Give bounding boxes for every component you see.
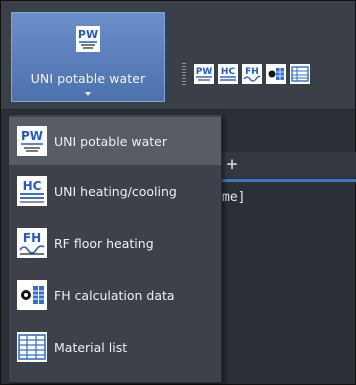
menu-item-material-list[interactable]: Material list <box>9 323 221 371</box>
fh-calc-icon <box>16 279 48 311</box>
menu-fh-icon-text: FH <box>23 231 41 245</box>
ribbon-panel: PW UNI potable water PW HC FH <box>1 1 355 110</box>
pw-icon: PW <box>16 125 48 157</box>
menu-hc-icon-text: HC <box>23 179 42 193</box>
quick-toolbar: PW HC FH <box>182 63 313 85</box>
fh-small-icon: FH <box>241 64 262 84</box>
uni-potable-water-label: UNI potable water <box>30 71 146 86</box>
material-list-icon <box>16 331 48 363</box>
menu-item-fh-calculation-data[interactable]: FH calculation data <box>9 271 221 319</box>
document-text: me] <box>222 190 246 205</box>
menu-item-rf-floor-heating[interactable]: FH RF floor heating <box>9 219 221 267</box>
uni-potable-water-split-button[interactable]: PW UNI potable water <box>11 12 165 102</box>
toolbar-hc-button[interactable]: HC <box>217 64 238 85</box>
menu-item-label: UNI heating/cooling <box>54 183 177 199</box>
fh-small-icon-text: FH <box>245 67 259 77</box>
hc-small-icon-text: HC <box>220 67 235 77</box>
menu-item-label: RF floor heating <box>54 235 154 251</box>
hc-icon: HC <box>16 175 48 207</box>
toolbar-material-list-button[interactable] <box>289 64 310 85</box>
menu-item-label: FH calculation data <box>54 287 175 303</box>
pw-icon: PW <box>76 26 100 56</box>
chevron-down-icon[interactable] <box>85 92 91 96</box>
pw-icon-text: PW <box>78 28 98 41</box>
toolbar-pw-button[interactable]: PW <box>193 64 214 85</box>
toolbar-fh-calc-button[interactable] <box>265 64 286 85</box>
material-list-small-icon <box>289 64 310 84</box>
fh-icon: FH <box>16 227 48 259</box>
pw-small-icon: PW <box>193 64 214 84</box>
dropdown-menu: PW UNI potable water HC UNI heating/cool… <box>8 114 222 383</box>
menu-pw-icon-text: PW <box>21 129 43 143</box>
new-tab-button[interactable]: + <box>221 154 243 174</box>
menu-item-label: UNI potable water <box>54 133 167 149</box>
fh-calc-small-icon <box>265 64 286 84</box>
hc-small-icon: HC <box>217 64 238 84</box>
toolbar-fh-button[interactable]: FH <box>241 64 262 85</box>
menu-item-label: Material list <box>54 339 128 355</box>
pw-small-icon-text: PW <box>195 67 212 77</box>
toolbar-grip[interactable] <box>182 63 186 85</box>
menu-item-uni-potable-water[interactable]: PW UNI potable water <box>9 117 221 165</box>
menu-item-uni-heating-cooling[interactable]: HC UNI heating/cooling <box>9 167 221 215</box>
